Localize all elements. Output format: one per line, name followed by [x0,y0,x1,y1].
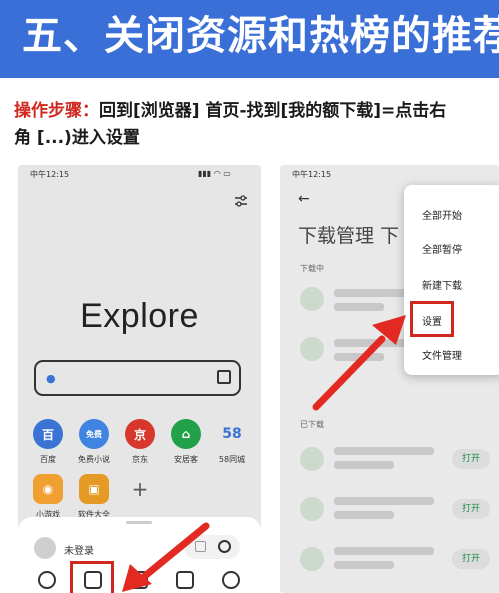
58-icon: 58 [217,419,247,449]
blurred-meta [334,461,394,469]
add-shortcut-button[interactable]: + [118,474,162,504]
title-banner: 五、关闭资源和热榜的推荐 [0,0,499,78]
open-button[interactable]: 打开 [452,549,490,569]
open-button[interactable]: 打开 [452,449,490,469]
blurred-filename [334,289,414,297]
menu-item-file-manager[interactable]: 文件管理 [422,347,462,362]
phone-screenshot-downloads: 中午12:15 ← 下载管理 下 下载中 已下载 打开 打开 打开 全部开始 全… [280,165,499,593]
file-icon [300,447,324,471]
login-status[interactable]: 未登录 [64,542,94,557]
blurred-meta [334,303,384,311]
page-title-tail: 下 [380,225,400,247]
settings-icon[interactable] [218,540,231,553]
app-label: 百度 [40,455,56,464]
menu-item-pause-all[interactable]: 全部暂停 [422,241,462,256]
blurred-filename [334,547,434,555]
app-shortcut[interactable]: ◉ 小游戏 [26,474,70,520]
app-shortcut[interactable]: ▣ 软件大全 [72,474,116,520]
red-arrow-icon [122,522,210,592]
steps-label: 操作步骤： [14,101,99,121]
banner-title: 五、关闭资源和热榜的推荐 [22,13,499,59]
app-shortcut[interactable]: 京 京东 [118,419,162,465]
app-shortcut[interactable]: ⌂ 安居客 [164,419,208,465]
phone-screenshot-home: 中午12:15 ▮▮▮ ◠ ▭ Explore ● 百 百度 免费 免费小说 京… [18,165,261,593]
jd-icon: 京 [125,419,155,449]
blurred-filename [334,497,434,505]
plus-icon: + [125,474,155,504]
status-time: 中午12:15 [30,170,70,179]
section-downloading: 下载中 [300,264,324,273]
settings-sliders-icon[interactable] [234,193,248,207]
history-icon[interactable] [38,571,56,589]
file-icon [300,497,324,521]
game-icon: ◉ [33,474,63,504]
open-button[interactable]: 打开 [452,499,490,519]
list-item[interactable]: 打开 [294,539,494,579]
app-shortcut[interactable]: 58 58同城 [210,419,254,465]
cloud-icon[interactable] [222,571,240,589]
blurred-meta [334,511,394,519]
baidu-icon: 百 [33,419,63,449]
app-label: 安居客 [174,455,198,464]
blurred-meta [334,561,394,569]
anjuke-icon: ⌂ [171,419,201,449]
highlight-box [70,561,114,593]
baidu-paw-icon: ● [46,372,56,385]
file-icon [300,547,324,571]
status-time: 中午12:15 [292,170,332,179]
app-label: 58同城 [218,455,246,464]
highlight-box [410,301,454,337]
instructions: 操作步骤：回到[浏览器] 首页-找到[我的额下载]=点击右 角 [...)进入设… [14,98,494,152]
back-arrow-icon[interactable]: ← [298,191,310,207]
app-shortcut[interactable]: 百 百度 [26,419,70,465]
blurred-filename [334,447,434,455]
avatar[interactable] [34,537,56,559]
page-title-text: 下载管理 [298,225,375,247]
app-label: 京东 [132,455,148,464]
app-shortcut[interactable]: 免费 免费小说 [72,419,116,465]
menu-item-new-download[interactable]: 新建下载 [422,277,462,292]
section-downloaded: 已下载 [300,420,324,429]
menu-item-start-all[interactable]: 全部开始 [422,207,462,222]
file-icon [300,287,324,311]
page-title: 下载管理 下 [298,221,399,248]
scan-icon[interactable] [217,370,231,384]
red-arrow-icon [312,315,406,411]
app-label: 免费小说 [78,455,110,464]
steps-text-line2: 角 [...)进入设置 [14,128,140,148]
status-icons: ▮▮▮ ◠ ▭ [198,169,231,178]
overflow-menu: 全部开始 全部暂停 新建下载 设置 文件管理 [404,185,499,375]
list-item[interactable]: 打开 [294,439,494,479]
software-icon: ▣ [79,474,109,504]
novel-icon: 免费 [79,419,109,449]
steps-text-line1: 回到[浏览器] 首页-找到[我的额下载]=点击右 [99,101,447,121]
search-bar[interactable]: ● [34,360,241,396]
explore-logo: Explore [80,297,199,335]
list-item[interactable]: 打开 [294,489,494,529]
